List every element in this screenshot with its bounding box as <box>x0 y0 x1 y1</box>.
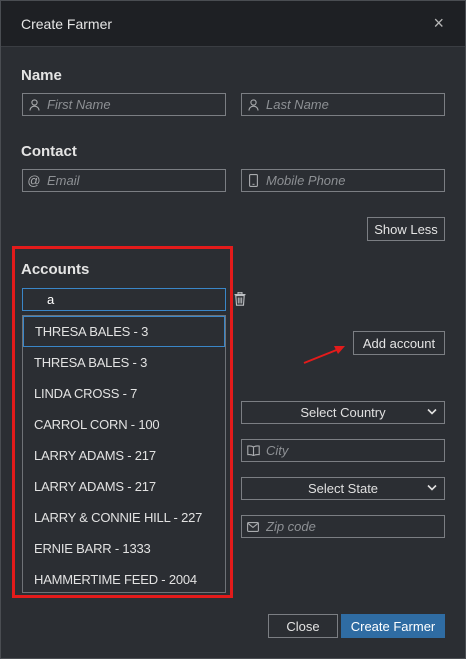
account-result-item[interactable]: CARROL CORN - 100 <box>23 409 225 440</box>
account-result-item[interactable]: ERNIE BARR - 1333 <box>23 533 225 564</box>
chevron-down-icon <box>427 405 437 422</box>
account-results-dropdown: THRESA BALES - 3 THRESA BALES - 3 LINDA … <box>22 315 226 593</box>
account-result-item[interactable]: THRESA BALES - 3 <box>23 316 225 347</box>
first-name-field[interactable] <box>22 93 226 116</box>
book-icon <box>242 445 264 456</box>
accounts-section-label: Accounts <box>21 261 90 278</box>
user-icon <box>23 98 45 111</box>
dialog-title: Create Farmer <box>21 16 113 32</box>
create-farmer-dialog: Create Farmer × Name Contact @ Show Less… <box>0 0 466 659</box>
zip-code-field[interactable] <box>241 515 445 538</box>
zip-code-input[interactable] <box>264 516 444 537</box>
account-result-item[interactable]: LARRY & CONNIE HILL - 227 <box>23 502 225 533</box>
account-result-item[interactable]: LINDA CROSS - 7 <box>23 378 225 409</box>
first-name-input[interactable] <box>45 94 225 115</box>
city-field[interactable] <box>241 439 445 462</box>
envelope-icon <box>242 521 264 532</box>
country-select-value: Select Country <box>300 405 386 420</box>
close-icon[interactable]: × <box>433 13 444 33</box>
email-field[interactable]: @ <box>22 169 226 192</box>
country-select[interactable]: Select Country <box>241 401 445 424</box>
email-input[interactable] <box>45 170 225 191</box>
create-farmer-button[interactable]: Create Farmer <box>341 614 445 638</box>
red-arrow-annotation <box>303 346 345 364</box>
account-search-input[interactable] <box>23 289 225 310</box>
account-result-item[interactable]: LARRY ADAMS - 217 <box>23 440 225 471</box>
account-result-item[interactable]: LARRY ADAMS - 217 <box>23 471 225 502</box>
mobile-phone-input[interactable] <box>264 170 444 191</box>
account-result-item[interactable]: THRESA BALES - 3 <box>23 347 225 378</box>
trash-icon[interactable] <box>234 292 246 306</box>
user-icon <box>242 98 264 111</box>
account-search-field[interactable] <box>22 288 226 311</box>
last-name-input[interactable] <box>264 94 444 115</box>
name-section-label: Name <box>21 67 62 84</box>
mobile-phone-icon <box>242 174 264 187</box>
last-name-field[interactable] <box>241 93 445 116</box>
state-select[interactable]: Select State <box>241 477 445 500</box>
dialog-header: Create Farmer × <box>1 1 465 47</box>
close-button[interactable]: Close <box>268 614 338 638</box>
contact-section-label: Contact <box>21 143 77 160</box>
add-account-button[interactable]: Add account <box>353 331 445 355</box>
state-select-value: Select State <box>307 481 379 496</box>
account-result-item[interactable]: HAMMERTIME FEED - 2004 <box>23 564 225 595</box>
chevron-down-icon <box>427 481 437 498</box>
show-less-button[interactable]: Show Less <box>367 217 445 241</box>
city-input[interactable] <box>264 440 444 461</box>
at-sign-icon: @ <box>27 173 41 188</box>
mobile-phone-field[interactable] <box>241 169 445 192</box>
